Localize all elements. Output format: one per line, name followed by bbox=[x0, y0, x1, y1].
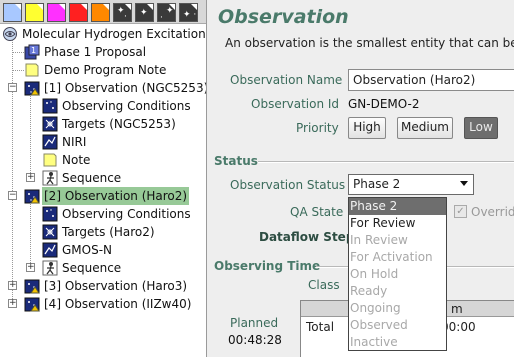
qa-state-label: QA State bbox=[290, 205, 344, 219]
tree-node-label: [2] Observation (Haro2) bbox=[42, 187, 190, 205]
palette-star-swatch-1[interactable]: ✦ · bbox=[113, 3, 132, 22]
conditions-icon bbox=[42, 98, 58, 114]
tree-expand-toggle[interactable]: + bbox=[8, 299, 17, 308]
observation-icon bbox=[24, 297, 40, 312]
tree-guide-obs2 bbox=[30, 201, 31, 269]
tree-collapse-toggle[interactable]: − bbox=[8, 83, 17, 92]
instrument-icon bbox=[42, 242, 58, 258]
editor-title: Observation bbox=[218, 6, 349, 28]
observing-time-section-title: Observing Time bbox=[214, 259, 321, 273]
targets-icon bbox=[42, 116, 58, 132]
observing-tool-window: ✦ · ✦ ✦ · ✦ · Molecular Hydrogen Excitatio… bbox=[0, 0, 514, 357]
tree-node-label: Observing Conditions bbox=[62, 207, 191, 221]
observation-icon bbox=[24, 189, 40, 204]
status-option[interactable]: For Review bbox=[349, 215, 446, 232]
status-option[interactable]: Phase 2 bbox=[349, 198, 446, 215]
instrument-icon bbox=[42, 134, 58, 150]
tree-node-label: [3] Observation (Haro3) bbox=[44, 279, 188, 293]
status-separator bbox=[258, 161, 514, 163]
palette-star-swatch-2[interactable]: ✦ bbox=[135, 3, 154, 22]
observation-name-input[interactable]: Observation (Haro2) bbox=[348, 69, 514, 91]
status-option: On Hold bbox=[350, 267, 399, 281]
tree-node-label: Sequence bbox=[62, 261, 122, 275]
note-icon bbox=[25, 63, 39, 77]
planned-time-value: 00:48:28 bbox=[228, 333, 282, 347]
status-option: Ongoing bbox=[350, 301, 401, 315]
observation-id-value: GN-DEMO-2 bbox=[348, 97, 420, 111]
tree-guide-obs1 bbox=[30, 93, 31, 179]
tree-node-label: Targets (NGC5253) bbox=[62, 117, 176, 131]
observation-status-label: Observation Status bbox=[230, 178, 346, 192]
targets-icon bbox=[42, 224, 58, 240]
observation-status-value: Phase 2 bbox=[353, 177, 401, 191]
palette-yellow-swatch[interactable] bbox=[25, 3, 44, 22]
sequence-icon bbox=[42, 260, 58, 276]
conditions-icon bbox=[42, 206, 58, 222]
tree-node-label: Demo Program Note bbox=[44, 63, 167, 77]
dataflow-step-label: Dataflow Step bbox=[259, 230, 355, 244]
status-option: For Activation bbox=[350, 250, 433, 264]
observation-id-label: Observation Id bbox=[251, 97, 340, 111]
tree-node-label: Note bbox=[62, 153, 91, 167]
time-table-row-label: Total bbox=[306, 320, 335, 334]
status-option: Ready bbox=[350, 284, 388, 298]
proposal-icon: 1 bbox=[24, 44, 40, 60]
priority-label: Priority bbox=[296, 121, 339, 135]
tree-node-label: [4] Observation (IIZw40) bbox=[44, 297, 192, 311]
planned-label: Planned bbox=[230, 316, 279, 330]
observation-status-options-list: Phase 2 For Review In Review For Activat… bbox=[348, 197, 447, 351]
tree-expand-toggle[interactable]: + bbox=[26, 263, 35, 272]
status-option: Inactive bbox=[350, 335, 398, 349]
chevron-down-icon bbox=[460, 181, 468, 186]
priority-medium-button[interactable]: Medium bbox=[397, 117, 453, 139]
tree-guide-root bbox=[12, 39, 13, 307]
palette-orange-swatch[interactable] bbox=[91, 3, 110, 22]
status-section-title: Status bbox=[214, 154, 258, 168]
observation-icon bbox=[24, 279, 40, 294]
node-type-palette: ✦ · ✦ ✦ · ✦ · bbox=[0, 0, 206, 24]
program-tree-panel: ✦ · ✦ ✦ · ✦ · Molecular Hydrogen Excitatio… bbox=[0, 0, 207, 357]
note-icon bbox=[43, 153, 57, 167]
override-checkbox[interactable]: ✓ bbox=[454, 205, 467, 218]
class-label: Class bbox=[308, 278, 340, 292]
editor-description: An observation is the smallest entity th… bbox=[225, 36, 514, 50]
tree-expand-toggle[interactable]: + bbox=[8, 281, 17, 290]
priority-high-button[interactable]: High bbox=[348, 117, 386, 139]
status-option: In Review bbox=[350, 233, 408, 247]
program-icon bbox=[3, 27, 17, 41]
observation-icon bbox=[24, 81, 40, 96]
time-table-header-cell: m bbox=[451, 302, 463, 316]
observation-name-label: Observation Name bbox=[230, 73, 343, 87]
override-label: Overrid bbox=[471, 205, 514, 219]
palette-star-swatch-3[interactable]: ✦ · bbox=[157, 3, 176, 23]
palette-blue-swatch[interactable] bbox=[3, 3, 22, 22]
tree-node-label: [1] Observation (NGC5253) bbox=[44, 81, 207, 95]
observation-status-dropdown[interactable]: Phase 2 bbox=[348, 174, 474, 195]
tree-node-label: Phase 1 Proposal bbox=[44, 45, 147, 59]
tree-guide-h bbox=[12, 70, 24, 71]
observation-editor: Observation An observation is the smalle… bbox=[208, 0, 514, 357]
svg-text:1: 1 bbox=[31, 46, 36, 55]
palette-magenta-swatch[interactable] bbox=[47, 3, 66, 22]
tree-node-label: GMOS-N bbox=[62, 243, 113, 257]
palette-star-swatch-4[interactable]: ✦ · bbox=[179, 3, 198, 22]
tree-node-label: Molecular Hydrogen Excitation bbox=[22, 27, 206, 41]
palette-red-swatch[interactable] bbox=[69, 3, 88, 22]
tree-guide-h bbox=[12, 52, 24, 53]
tree-collapse-toggle[interactable]: − bbox=[8, 191, 17, 200]
tree-node-label: NIRI bbox=[62, 135, 87, 149]
priority-low-button[interactable]: Low bbox=[464, 117, 498, 139]
tree-node-label: Sequence bbox=[62, 171, 122, 185]
tree-expand-toggle[interactable]: + bbox=[26, 173, 35, 182]
status-option: Observed bbox=[350, 318, 408, 332]
tree-node-label: Targets (Haro2) bbox=[62, 225, 155, 239]
sequence-icon bbox=[42, 170, 58, 186]
tree-node-label: Observing Conditions bbox=[62, 99, 191, 113]
